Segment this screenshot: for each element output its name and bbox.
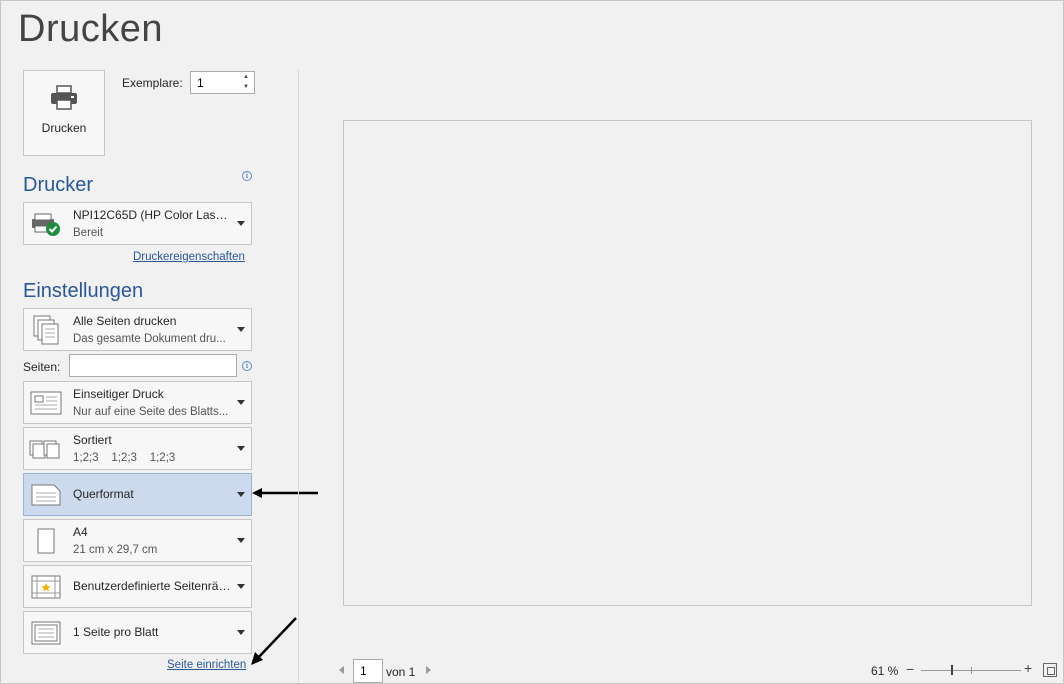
page-count: von 1 xyxy=(386,665,416,679)
collation-title: Sortiert xyxy=(73,433,112,447)
print-range-desc: Das gesamte Dokument dru... xyxy=(73,333,226,345)
copies-spin-arrows[interactable]: ▲ ▼ xyxy=(238,72,254,93)
zoom-slider-tick xyxy=(971,667,972,674)
duplex-dropdown[interactable]: Einseitiger Druck Nur auf eine Seite des… xyxy=(23,381,252,424)
zoom-slider-thumb[interactable] xyxy=(951,665,953,675)
zoom-in-icon[interactable]: + xyxy=(1024,661,1032,675)
spin-up-icon[interactable]: ▲ xyxy=(238,72,254,82)
print-button[interactable]: Drucken xyxy=(23,70,105,156)
chevron-down-icon xyxy=(237,221,245,226)
landscape-icon xyxy=(28,478,64,512)
margins-dropdown[interactable]: Benutzerdefinierte Seitenrän... xyxy=(23,565,252,608)
pages-per-sheet-icon xyxy=(28,616,64,650)
chevron-down-icon xyxy=(237,584,245,589)
printer-status: Bereit xyxy=(73,227,104,239)
panel-divider xyxy=(298,70,299,682)
zoom-out-icon[interactable]: − xyxy=(906,662,914,676)
chevron-down-icon xyxy=(237,327,245,332)
printer-icon xyxy=(51,85,77,110)
pages-input[interactable] xyxy=(69,354,237,377)
chevron-down-icon xyxy=(237,630,245,635)
annotation-arrow-page-setup xyxy=(251,617,297,665)
pages-label: Seiten: xyxy=(23,360,61,374)
spin-down-icon[interactable]: ▼ xyxy=(238,82,254,92)
settings-heading: Einstellungen xyxy=(23,280,144,302)
copies-label: Exemplare: xyxy=(122,76,183,90)
orientation-title: Querformat xyxy=(73,487,134,501)
printer-heading: Drucker xyxy=(23,174,94,196)
page-title: Drucken xyxy=(18,8,163,50)
fit-to-page-icon[interactable] xyxy=(1043,663,1057,677)
previous-page-icon[interactable] xyxy=(339,666,344,674)
paper-size-icon xyxy=(28,524,64,558)
collation-desc: 1;2;3 1;2;3 1;2;3 xyxy=(73,452,176,464)
paper-size-dropdown[interactable]: A4 21 cm x 29,7 cm xyxy=(23,519,252,562)
collation-dropdown[interactable]: Sortiert 1;2;3 1;2;3 1;2;3 xyxy=(23,427,252,470)
printer-name: NPI12C65D (HP Color LaserJ... xyxy=(73,208,233,222)
duplex-desc: Nur auf eine Seite des Blatts... xyxy=(73,406,229,418)
chevron-down-icon xyxy=(237,492,245,497)
print-button-label: Drucken xyxy=(41,121,87,135)
collated-icon xyxy=(28,432,64,466)
pages-per-sheet-title: 1 Seite pro Blatt xyxy=(73,625,159,639)
chevron-down-icon xyxy=(237,538,245,543)
pages-per-sheet-dropdown[interactable]: 1 Seite pro Blatt xyxy=(23,611,252,654)
one-sided-icon xyxy=(28,386,64,420)
pages-icon xyxy=(28,313,64,347)
margins-icon xyxy=(28,570,64,604)
copies-input[interactable] xyxy=(191,72,237,93)
duplex-title: Einseitiger Druck xyxy=(73,387,164,401)
printer-properties-link[interactable]: Druckereigenschaften xyxy=(133,251,245,263)
zoom-level: 61 % xyxy=(871,664,899,678)
chevron-down-icon xyxy=(237,446,245,451)
page-setup-link[interactable]: Seite einrichten xyxy=(167,659,246,671)
chevron-down-icon xyxy=(237,400,245,405)
margins-title: Benutzerdefinierte Seitenrän... xyxy=(73,579,233,593)
printer-dropdown[interactable]: NPI12C65D (HP Color LaserJ... Bereit xyxy=(23,202,252,245)
orientation-dropdown[interactable]: Querformat xyxy=(23,473,252,516)
print-range-title: Alle Seiten drucken xyxy=(73,314,177,328)
print-preview xyxy=(343,120,1032,606)
printer-ready-icon xyxy=(28,207,64,241)
pages-info-icon[interactable]: i xyxy=(242,361,252,371)
print-range-dropdown[interactable]: Alle Seiten drucken Das gesamte Dokument… xyxy=(23,308,252,351)
printer-info-icon[interactable]: i xyxy=(242,171,252,181)
annotation-arrow-orientation xyxy=(252,488,318,498)
paper-size-desc: 21 cm x 29,7 cm xyxy=(73,544,158,556)
current-page-input[interactable] xyxy=(353,659,383,683)
paper-size-title: A4 xyxy=(73,525,88,539)
next-page-icon[interactable] xyxy=(426,666,431,674)
copies-spinner[interactable]: ▲ ▼ xyxy=(190,71,255,94)
